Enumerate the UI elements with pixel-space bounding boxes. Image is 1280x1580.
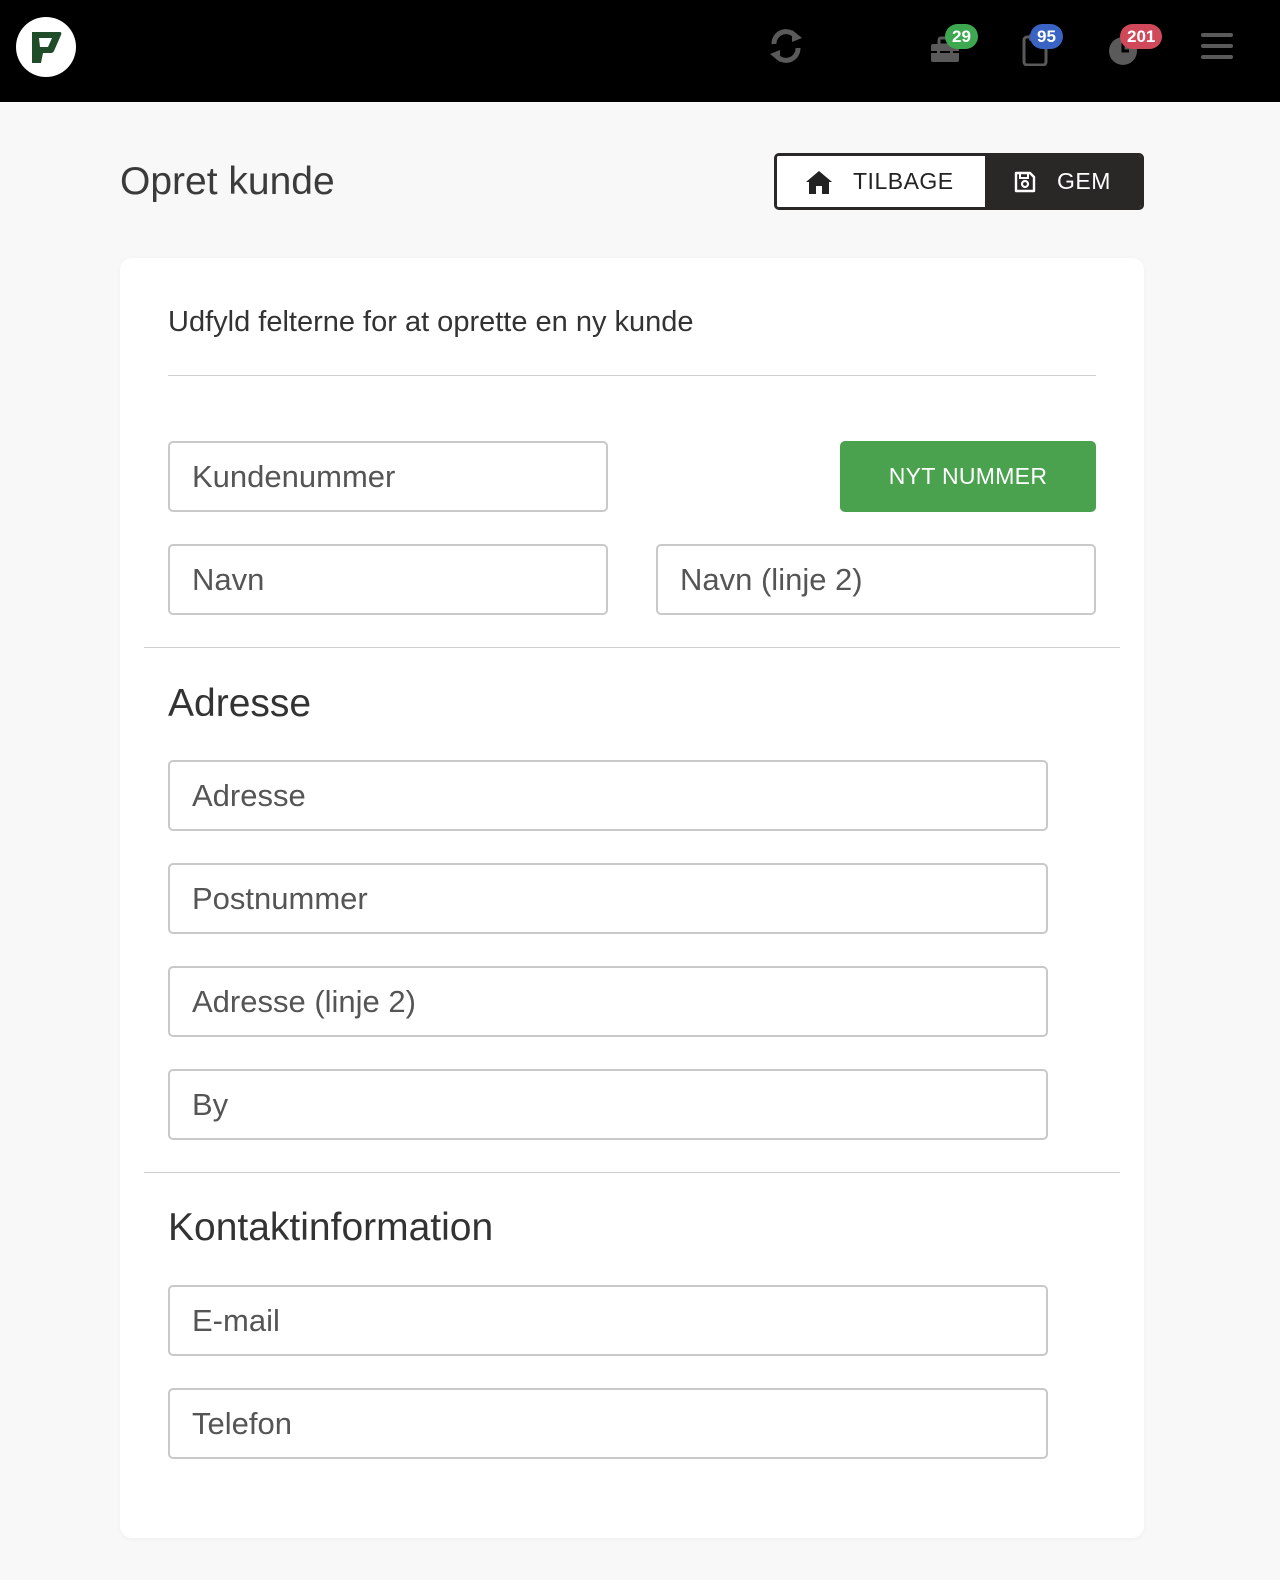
new-number-button[interactable]: NYT NUMMER [840,441,1096,512]
floppy-disk-icon [1014,171,1036,192]
save-button[interactable]: GEM [985,156,1141,207]
divider [168,375,1096,376]
divider [144,1172,1120,1173]
postal-code-input[interactable] [168,863,1048,934]
phone-input[interactable] [168,1388,1048,1459]
time-count-badge: 201 [1120,24,1163,49]
app-logo[interactable] [16,17,76,77]
customer-number-input[interactable] [168,441,608,512]
sync-icon[interactable] [766,26,806,66]
logo-mark-icon [32,32,62,63]
address-section-title: Adresse [168,682,312,725]
home-icon [806,170,832,194]
tasks-count-badge: 29 [945,24,978,49]
divider [144,647,1120,648]
page-title: Opret kunde [120,160,335,203]
address-line2-input[interactable] [168,966,1048,1037]
email-input[interactable] [168,1285,1048,1356]
save-button-label: GEM [1057,168,1111,194]
documents-count-badge: 95 [1030,24,1063,49]
name-line2-input[interactable] [656,544,1096,615]
customer-form-card: Udfyld felterne for at oprette en ny kun… [120,258,1144,1538]
address-input[interactable] [168,760,1048,831]
form-intro-text: Udfyld felterne for at oprette en ny kun… [168,306,694,338]
top-navbar: 29 95 201 [0,0,1280,102]
menu-icon[interactable] [1200,31,1234,61]
back-button-label: TILBAGE [853,168,954,194]
city-input[interactable] [168,1069,1048,1140]
header-button-group: TILBAGE GEM [774,153,1144,210]
name-input[interactable] [168,544,608,615]
back-button[interactable]: TILBAGE [777,156,985,207]
contact-section-title: Kontaktinformation [168,1206,494,1249]
